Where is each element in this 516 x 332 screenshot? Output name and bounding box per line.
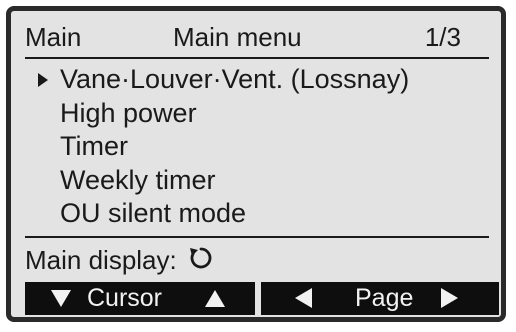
- main-display-hint: Main display:: [25, 243, 214, 277]
- page-left-icon: [295, 288, 312, 308]
- cursor-down-icon: [51, 290, 71, 307]
- menu-item-high-power[interactable]: High power: [25, 97, 489, 131]
- cursor-softkey[interactable]: Cursor: [25, 282, 255, 315]
- menu-item-label: OU silent mode: [60, 198, 247, 228]
- menu-item-label: Timer: [60, 131, 128, 161]
- header-context-label: Main: [25, 22, 82, 52]
- footer-divider: [25, 236, 489, 238]
- screen-header: Main Main menu 1/3: [25, 17, 489, 59]
- selection-cursor-icon: [38, 73, 48, 87]
- menu-item-timer[interactable]: Timer: [25, 130, 489, 164]
- menu-item-label: High power: [60, 97, 197, 128]
- main-menu-list: Vane·Louver·Vent. (Lossnay) High power T…: [25, 63, 489, 231]
- menu-item-label: Vane·Louver·Vent. (Lossnay): [60, 64, 410, 94]
- page-title: Main menu: [173, 22, 302, 52]
- cursor-up-icon: [205, 290, 225, 307]
- page-indicator: 1/3: [424, 22, 461, 52]
- lcd-screen: Main Main menu 1/3 Vane·Louver·Vent. (Lo…: [11, 11, 501, 317]
- page-right-icon: [441, 288, 458, 308]
- menu-item-weekly-timer[interactable]: Weekly timer: [25, 164, 489, 198]
- return-arrow-icon: [188, 245, 214, 279]
- cursor-softkey-label: Cursor: [87, 284, 163, 312]
- page-softkey-label: Page: [355, 284, 414, 312]
- menu-item-vane-louver-vent[interactable]: Vane·Louver·Vent. (Lossnay): [25, 63, 489, 97]
- page-softkey[interactable]: Page: [261, 282, 499, 315]
- remote-controller-display: Main Main menu 1/3 Vane·Louver·Vent. (Lo…: [6, 6, 506, 322]
- menu-item-ou-silent-mode[interactable]: OU silent mode: [25, 197, 489, 231]
- softkey-bar: Cursor Page: [25, 282, 499, 315]
- menu-item-label: Weekly timer: [60, 164, 216, 195]
- main-display-label: Main display:: [25, 245, 177, 275]
